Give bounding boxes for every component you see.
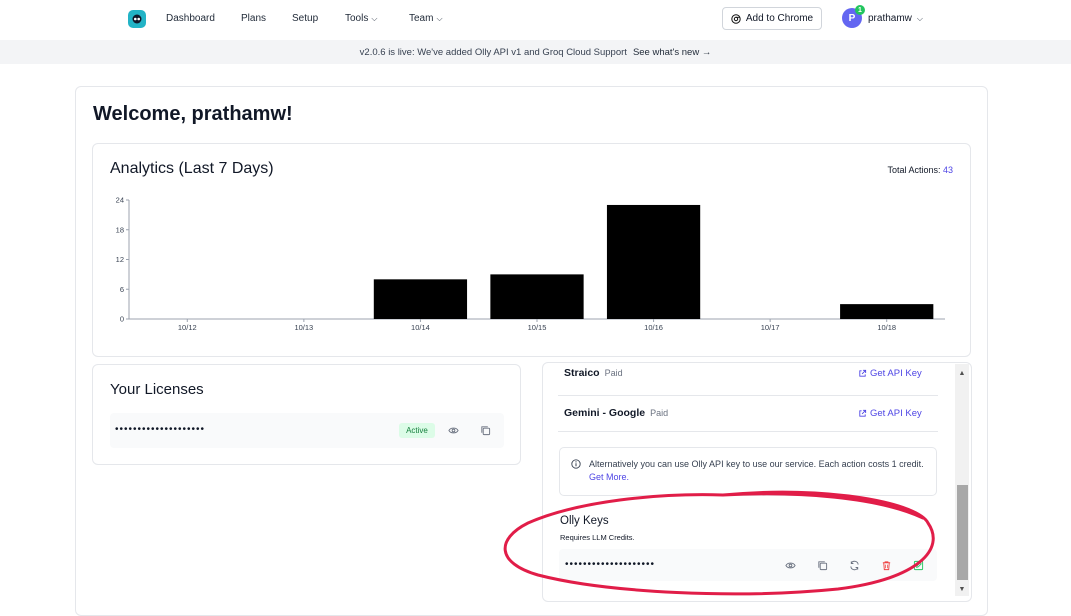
trash-icon[interactable] xyxy=(879,558,893,572)
scroll-thumb[interactable] xyxy=(957,485,968,580)
whats-new-link[interactable]: See what's new → xyxy=(633,47,711,58)
notification-badge: 1 xyxy=(855,5,865,15)
get-api-key-label: Get API Key xyxy=(870,368,922,379)
add-to-chrome-label: Add to Chrome xyxy=(745,13,814,24)
nav-plans[interactable]: Plans xyxy=(241,13,266,24)
chevron-down-icon: ⌵ xyxy=(916,13,923,23)
olly-key: •••••••••••••••••••• xyxy=(565,559,656,570)
nav-team-label: Team xyxy=(409,13,434,24)
logo-icon[interactable] xyxy=(128,10,146,28)
add-to-chrome-button[interactable]: Add to Chrome xyxy=(722,7,822,30)
scroll-up-arrow[interactable]: ▲ xyxy=(955,366,969,380)
info-text: Alternatively you can use Olly API key t… xyxy=(589,458,929,484)
y-tick-label: 6 xyxy=(120,285,124,294)
nav-plans-label: Plans xyxy=(241,13,267,24)
chart-bar-10-15 xyxy=(490,274,584,319)
top-nav: Dashboard Plans Setup Tools ⌵ Team ⌵ Add t… xyxy=(0,0,1071,40)
y-tick-label: 12 xyxy=(116,255,124,264)
y-tick-label: 18 xyxy=(116,225,124,234)
provider-straico: Straico Paid xyxy=(564,367,623,379)
x-tick-label: 10/13 xyxy=(294,323,313,332)
get-api-key-label: Get API Key xyxy=(870,408,922,419)
nav-tools[interactable]: Tools ⌵ xyxy=(345,13,377,24)
divider xyxy=(558,431,938,432)
scroll-down-arrow[interactable]: ▼ xyxy=(955,582,969,596)
copy-icon[interactable] xyxy=(815,558,829,572)
x-tick-label: 10/16 xyxy=(644,323,663,332)
eye-icon[interactable] xyxy=(783,558,797,572)
chart-bar-10-14 xyxy=(373,279,468,319)
y-tick-label: 0 xyxy=(120,315,124,324)
provider-tag: Paid xyxy=(650,408,669,418)
total-actions-value: 43 xyxy=(942,165,953,175)
olly-keys-subtitle: Requires LLM Credits. xyxy=(560,533,635,542)
edit-icon[interactable] xyxy=(911,558,925,572)
total-actions-label: Total Actions: xyxy=(887,165,941,175)
get-more-link[interactable]: Get More. xyxy=(589,472,629,482)
x-tick-label: 10/12 xyxy=(178,323,197,332)
info-icon xyxy=(571,459,581,469)
nav-tools-label: Tools xyxy=(345,13,369,24)
get-api-key-link-gemini[interactable]: Get API Key xyxy=(858,408,922,419)
license-key: •••••••••••••••••••• xyxy=(115,424,206,435)
eye-icon[interactable] xyxy=(446,423,460,437)
x-tick-label: 10/15 xyxy=(528,323,547,332)
username-label: prathamw xyxy=(868,13,912,24)
x-tick-label: 10/14 xyxy=(411,323,430,332)
total-actions: Total Actions: 43 xyxy=(887,165,953,175)
provider-gemini: Gemini - Google Paid xyxy=(564,407,668,419)
nav-team[interactable]: Team ⌵ xyxy=(409,13,443,24)
nav-setup[interactable]: Setup xyxy=(292,13,318,24)
get-api-key-link-straico[interactable]: Get API Key xyxy=(858,368,922,379)
banner-text: v2.0.6 is live: We've added Olly API v1 … xyxy=(359,46,627,58)
notification-count: 1 xyxy=(858,6,862,14)
divider xyxy=(558,395,938,396)
licenses-title: Your Licenses xyxy=(110,381,204,398)
x-tick-label: 10/18 xyxy=(877,323,896,332)
nav-dashboard-label: Dashboard xyxy=(166,13,215,24)
info-message: Alternatively you can use Olly API key t… xyxy=(589,459,924,469)
chart-bar-10-16 xyxy=(606,204,701,319)
x-tick-label: 10/17 xyxy=(761,323,780,332)
y-tick-label: 24 xyxy=(116,196,124,205)
analytics-title: Analytics (Last 7 Days) xyxy=(110,160,274,177)
provider-tag: Paid xyxy=(604,368,623,378)
external-link-icon xyxy=(859,409,867,417)
user-menu[interactable]: prathamw ⌵ xyxy=(868,13,923,24)
external-link-icon xyxy=(859,369,867,377)
provider-name: Straico xyxy=(564,367,600,379)
release-banner: v2.0.6 is live: We've added Olly API v1 … xyxy=(0,40,1071,64)
chrome-icon xyxy=(731,13,741,24)
status-badge: Active xyxy=(399,423,435,438)
chevron-down-icon: ⌵ xyxy=(436,13,443,23)
page-title: Welcome, prathamw! xyxy=(93,103,293,125)
nav-setup-label: Setup xyxy=(292,13,319,24)
analytics-bar-chart: 0 6 12 18 24 10/12 10/13 10/14 10/15 10/16 10/17 10… xyxy=(116,196,945,332)
refresh-icon[interactable] xyxy=(847,558,861,572)
olly-keys-title: Olly Keys xyxy=(560,515,609,527)
copy-icon[interactable] xyxy=(478,423,492,437)
chart-bar-10-18 xyxy=(840,304,934,319)
provider-name: Gemini - Google xyxy=(564,407,646,419)
chevron-down-icon: ⌵ xyxy=(371,13,378,23)
avatar-initial: P xyxy=(848,12,856,24)
nav-dashboard[interactable]: Dashboard xyxy=(166,13,215,24)
